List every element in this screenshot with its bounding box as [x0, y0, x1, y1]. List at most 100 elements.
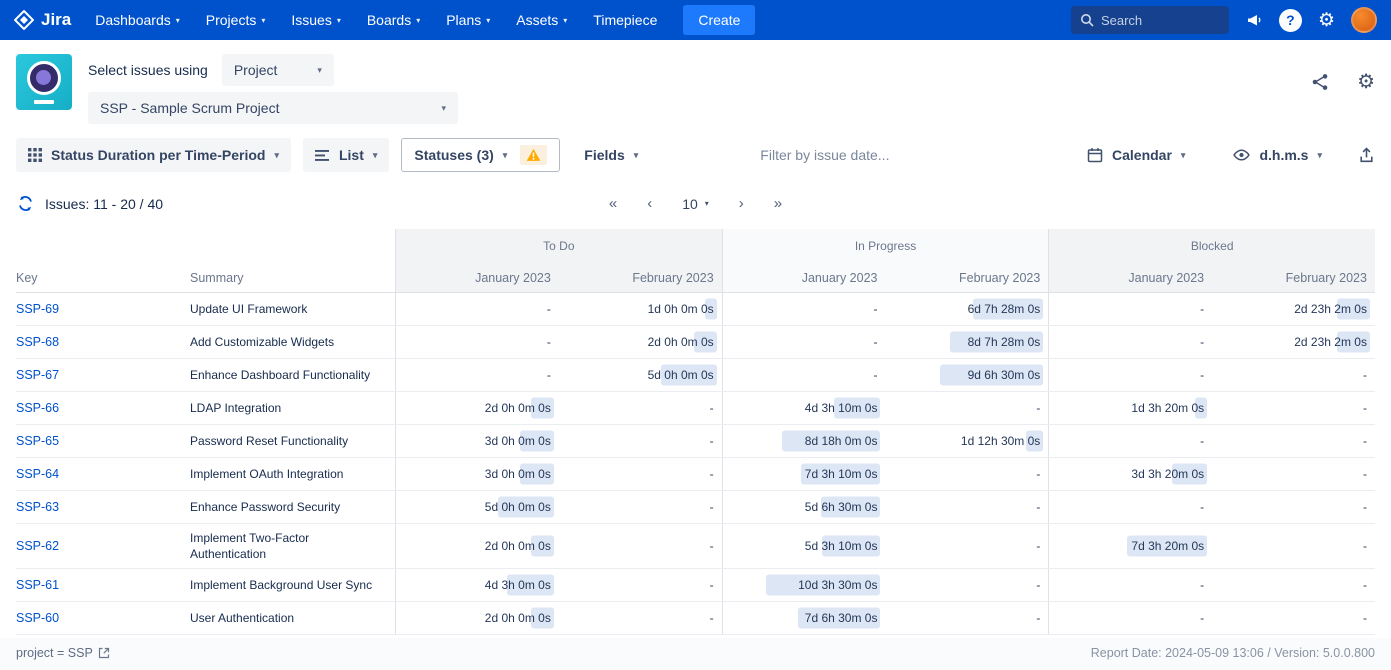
create-button[interactable]: Create	[683, 5, 755, 35]
nav-item-assets[interactable]: Assets▾	[516, 12, 567, 28]
fields-dropdown[interactable]: Fields ▾	[572, 138, 650, 172]
duration-value: 7d 6h 30m 0s	[805, 611, 878, 625]
refresh-icon[interactable]	[16, 194, 35, 213]
duration-value: -	[1036, 611, 1040, 625]
issue-key-link[interactable]: SSP-65	[16, 434, 59, 448]
project-dropdown[interactable]: SSP - Sample Scrum Project ▾	[88, 92, 458, 124]
nav-item-projects[interactable]: Projects▾	[206, 12, 266, 28]
duration-value: 2d 23h 2m 0s	[1294, 302, 1367, 316]
next-page-button[interactable]: ›	[739, 195, 744, 212]
issue-key-link[interactable]: SSP-68	[16, 335, 59, 349]
status-duration-table: To DoIn ProgressBlocked Key Summary Janu…	[16, 229, 1375, 635]
duration-value: 2d 0h 0m 0s	[485, 401, 551, 415]
duration-value: -	[1363, 578, 1367, 592]
duration-value: -	[1036, 401, 1040, 415]
duration-value: -	[547, 368, 551, 382]
key-cell: SSP-65	[16, 425, 190, 457]
issue-key-link[interactable]: SSP-60	[16, 611, 59, 625]
footer: project = SSP Report Date: 2024-05-09 13…	[0, 638, 1391, 670]
duration-cell: 8d 7h 28m 0s	[885, 326, 1048, 358]
gear-icon[interactable]: ⚙	[1318, 11, 1335, 30]
prev-page-button[interactable]: ‹	[647, 195, 652, 212]
chevron-down-icon: ▾	[416, 16, 420, 25]
issues-count-label: Issues: 11 - 20 / 40	[45, 196, 163, 212]
issue-key-link[interactable]: SSP-63	[16, 500, 59, 514]
issue-key-link[interactable]: SSP-69	[16, 302, 59, 316]
export-icon[interactable]	[1358, 147, 1375, 164]
table-body: SSP-69Update UI Framework-1d 0h 0m 0s-6d…	[16, 293, 1375, 635]
duration-cell: -	[1048, 326, 1212, 358]
duration-cell: -	[885, 524, 1048, 568]
view-dropdown[interactable]: List ▾	[303, 138, 389, 172]
issue-key-link[interactable]: SSP-67	[16, 368, 59, 382]
help-icon[interactable]: ?	[1279, 9, 1302, 32]
table-row: SSP-68Add Customizable Widgets-2d 0h 0m …	[16, 326, 1375, 359]
report-type-dropdown[interactable]: Status Duration per Time-Period ▾	[16, 138, 291, 172]
duration-value: -	[710, 434, 714, 448]
table-row: SSP-63Enhance Password Security5d 0h 0m …	[16, 491, 1375, 524]
chevron-down-icon: ▾	[373, 150, 378, 161]
key-cell: SSP-68	[16, 326, 190, 358]
nav-item-boards[interactable]: Boards▾	[367, 12, 420, 28]
search-box[interactable]	[1071, 6, 1229, 34]
duration-cell: -	[1212, 392, 1375, 424]
duration-value: -	[1200, 500, 1204, 514]
duration-cell: 3d 0h 0m 0s	[395, 425, 559, 457]
duration-value: 1d 12h 30m 0s	[961, 434, 1040, 448]
duration-value: -	[1036, 539, 1040, 553]
first-page-button[interactable]: «	[609, 195, 617, 212]
duration-cell: 2d 0h 0m 0s	[395, 524, 559, 568]
duration-cell: -	[559, 524, 722, 568]
duration-cell: -	[885, 392, 1048, 424]
duration-value: -	[873, 368, 877, 382]
jql-query-link[interactable]: project = SSP	[16, 646, 110, 660]
duration-value: -	[710, 611, 714, 625]
duration-cell: -	[559, 458, 722, 490]
search-input[interactable]	[1101, 13, 1216, 28]
duration-cell: 8d 18h 0m 0s	[722, 425, 886, 457]
page-size-dropdown[interactable]: 10 ▾	[682, 196, 709, 212]
calendar-dropdown[interactable]: Calendar ▾	[1075, 138, 1197, 172]
nav-item-plans[interactable]: Plans▾	[446, 12, 490, 28]
last-page-button[interactable]: »	[774, 195, 782, 212]
duration-value: -	[1036, 500, 1040, 514]
duration-cell: 5d 3h 10m 0s	[722, 524, 886, 568]
duration-cell: -	[1212, 425, 1375, 457]
statuses-dropdown[interactable]: Statuses (3) ▾	[401, 138, 560, 172]
duration-cell: -	[559, 392, 722, 424]
table-row: SSP-62Implement Two-Factor Authenticatio…	[16, 524, 1375, 569]
group-header-blocked: Blocked	[1048, 229, 1375, 263]
duration-value: -	[710, 467, 714, 481]
key-cell: SSP-63	[16, 491, 190, 523]
megaphone-icon[interactable]	[1245, 11, 1263, 29]
issue-summary: Password Reset Functionality	[190, 425, 395, 457]
duration-value: 4d 3h 0m 0s	[485, 578, 551, 592]
issue-source-dropdown[interactable]: Project ▾	[222, 54, 334, 86]
issue-key-link[interactable]: SSP-62	[16, 539, 59, 553]
duration-cell: -	[1212, 359, 1375, 391]
duration-value: 1d 0h 0m 0s	[648, 302, 714, 316]
chevron-down-icon: ▾	[634, 150, 639, 161]
toolbar: Status Duration per Time-Period ▾ List ▾…	[0, 130, 1391, 184]
group-header-in-progress: In Progress	[722, 229, 1049, 263]
duration-value: 2d 0h 0m 0s	[485, 539, 551, 553]
issue-date-filter-input[interactable]	[760, 147, 1051, 163]
nav-item-dashboards[interactable]: Dashboards▾	[95, 12, 180, 28]
nav-item-timepiece[interactable]: Timepiece	[593, 12, 657, 28]
issue-key-link[interactable]: SSP-64	[16, 467, 59, 481]
jira-logo[interactable]: Jira	[14, 10, 71, 30]
month-column-header: February 2023	[559, 263, 722, 292]
duration-cell: 5d 6h 30m 0s	[722, 491, 886, 523]
nav-item-issues[interactable]: Issues▾	[291, 12, 340, 28]
issue-key-link[interactable]: SSP-61	[16, 578, 59, 592]
settings-gear-icon[interactable]: ⚙	[1357, 72, 1375, 92]
time-format-dropdown[interactable]: d.h.m.s ▾	[1221, 138, 1334, 172]
share-icon[interactable]	[1311, 73, 1329, 91]
duration-cell: 1d 3h 20m 0s	[1048, 392, 1212, 424]
duration-cell: 7d 3h 20m 0s	[1048, 524, 1212, 568]
duration-value: 2d 0h 0m 0s	[648, 335, 714, 349]
table-row: SSP-67Enhance Dashboard Functionality-5d…	[16, 359, 1375, 392]
duration-cell: -	[885, 602, 1048, 634]
issue-key-link[interactable]: SSP-66	[16, 401, 59, 415]
user-avatar[interactable]	[1351, 7, 1377, 33]
